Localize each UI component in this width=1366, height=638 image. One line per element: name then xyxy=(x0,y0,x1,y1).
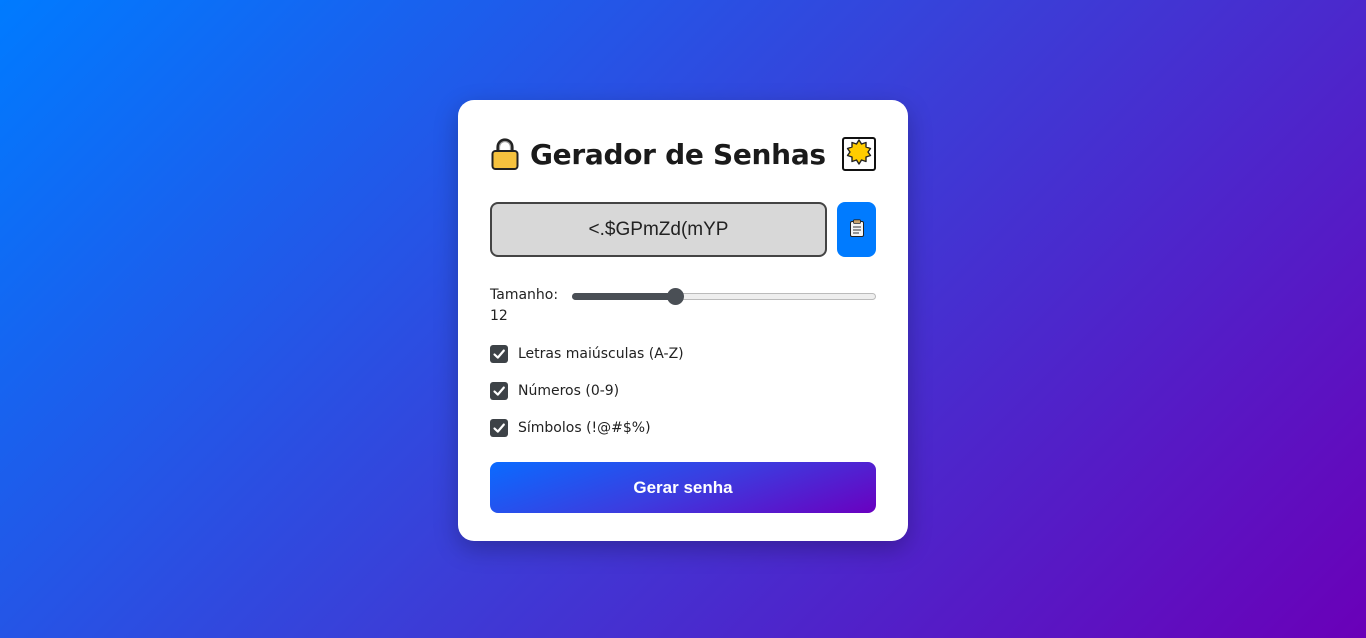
numbers-checkbox[interactable] xyxy=(490,382,508,400)
slider-thumb[interactable] xyxy=(667,288,684,305)
length-control: Tamanho: 12 xyxy=(490,285,876,327)
option-label: Símbolos (!@#$%) xyxy=(518,420,651,436)
slider-fill xyxy=(572,293,675,300)
option-label: Letras maiúsculas (A-Z) xyxy=(518,346,684,362)
copy-button[interactable] xyxy=(837,202,876,257)
length-label: Tamanho: xyxy=(490,287,559,303)
option-numbers[interactable]: Números (0-9) xyxy=(490,381,876,401)
option-label: Números (0-9) xyxy=(518,383,620,399)
check-icon xyxy=(493,423,505,433)
option-symbols[interactable]: Símbolos (!@#$%) xyxy=(490,418,876,438)
page-title: Gerador de Senhas xyxy=(530,137,826,171)
sun-badge-icon xyxy=(846,139,872,169)
symbols-checkbox[interactable] xyxy=(490,419,508,437)
length-slider[interactable] xyxy=(572,286,876,306)
password-row: <.$GPmZd(mYP xyxy=(490,202,876,257)
clipboard-icon xyxy=(849,218,865,241)
length-label-group: Tamanho: 12 xyxy=(490,285,570,327)
check-icon xyxy=(493,349,505,359)
theme-toggle-button[interactable] xyxy=(842,137,876,171)
generate-button[interactable]: Gerar senha xyxy=(490,462,876,513)
password-generator-card: Gerador de Senhas <.$GPmZd(mYP Tamanho: … xyxy=(458,100,908,541)
lock-icon xyxy=(490,137,520,171)
length-value: 12 xyxy=(490,308,508,324)
check-icon xyxy=(493,386,505,396)
option-uppercase[interactable]: Letras maiúsculas (A-Z) xyxy=(490,344,876,364)
uppercase-checkbox[interactable] xyxy=(490,345,508,363)
title-group: Gerador de Senhas xyxy=(490,137,826,171)
password-output[interactable]: <.$GPmZd(mYP xyxy=(490,202,827,257)
options-list: Letras maiúsculas (A-Z) Números (0-9) Sí… xyxy=(490,344,876,438)
card-header: Gerador de Senhas xyxy=(490,134,876,174)
